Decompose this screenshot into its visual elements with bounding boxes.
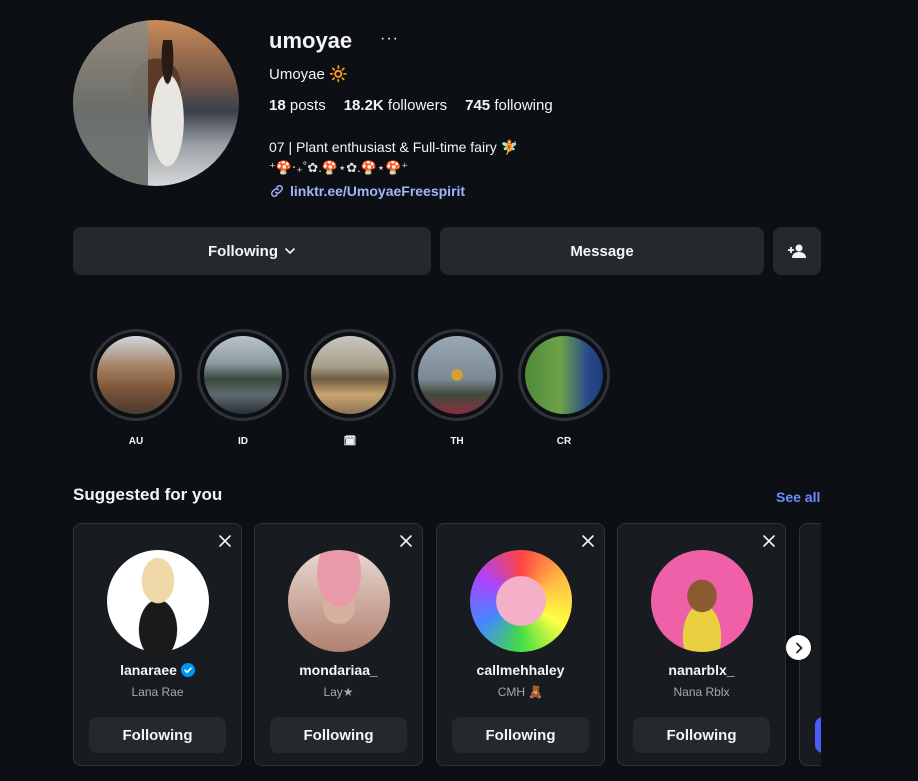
highlight-thumbnail bbox=[525, 336, 603, 414]
followers-label: followers bbox=[387, 97, 448, 114]
highlight-label: ID bbox=[238, 436, 248, 447]
highlight-cr[interactable]: CR bbox=[518, 329, 610, 447]
profile-avatar[interactable] bbox=[73, 20, 239, 186]
highlight-ring bbox=[411, 329, 503, 421]
followers-count: 18.2K bbox=[343, 97, 384, 114]
profile-stats: 18 posts 18.2K followers 745 following bbox=[269, 97, 553, 114]
profile-username: umoyae bbox=[269, 28, 353, 53]
highlight-thumbnail bbox=[311, 336, 389, 414]
avatar-background bbox=[73, 20, 148, 186]
posts-label: posts bbox=[289, 97, 326, 114]
highlight-label: TH bbox=[450, 436, 464, 447]
highlight-thumbnail bbox=[97, 336, 175, 414]
bio-line-2: ⁺🍄‧₊˚✿.🍄⋆✿.🍄⋆🍄⁺ bbox=[269, 160, 409, 175]
suggestion-username: nanarblx_ bbox=[668, 662, 735, 678]
next-arrow-button[interactable] bbox=[786, 635, 811, 660]
follow-button-partial[interactable] bbox=[815, 717, 821, 753]
following-count: 745 bbox=[465, 97, 491, 114]
bio-line-1: 07 | Plant enthusiast & Full-time fairy … bbox=[269, 139, 519, 155]
suggestion-card[interactable]: lanaraee Lana Rae Following bbox=[73, 523, 242, 766]
following-stat[interactable]: 745 following bbox=[465, 97, 553, 114]
suggestion-following-button[interactable]: Following bbox=[633, 717, 770, 753]
suggestion-avatar[interactable] bbox=[288, 550, 390, 652]
suggestion-avatar[interactable] bbox=[107, 550, 209, 652]
see-all-link[interactable]: See all bbox=[776, 489, 820, 505]
suggestion-name[interactable]: lanaraee bbox=[74, 662, 241, 678]
highlight-calendar[interactable]: 🗓 bbox=[304, 329, 396, 447]
chevron-down-icon bbox=[285, 248, 295, 255]
suggestion-subtitle: Nana Rblx bbox=[673, 685, 730, 699]
suggestion-username: mondariaa_ bbox=[299, 662, 378, 678]
followers-stat[interactable]: 18.2K followers bbox=[344, 97, 447, 114]
highlight-label: 🗓 bbox=[343, 436, 357, 447]
highlight-ring bbox=[90, 329, 182, 421]
highlight-ring bbox=[518, 329, 610, 421]
suggestion-name[interactable]: callmehhaley bbox=[437, 662, 604, 678]
suggestion-card[interactable]: callmehhaley CMH 🧸 Following bbox=[436, 523, 605, 766]
highlight-ring bbox=[304, 329, 396, 421]
suggestion-username: lanaraee bbox=[120, 662, 177, 678]
highlight-label: CR bbox=[556, 436, 572, 447]
chevron-right-icon bbox=[795, 642, 803, 653]
following-button-label: Following bbox=[208, 242, 278, 260]
close-icon[interactable] bbox=[580, 533, 596, 549]
profile-full-name: Umoyae 🔆 bbox=[269, 66, 348, 83]
highlight-label: AU bbox=[128, 436, 144, 447]
posts-stat: 18 posts bbox=[269, 97, 326, 114]
suggestion-username: callmehhaley bbox=[476, 662, 565, 678]
message-button[interactable]: Message bbox=[440, 227, 764, 275]
suggestion-avatar[interactable] bbox=[651, 550, 753, 652]
highlight-id[interactable]: ID bbox=[197, 329, 289, 447]
suggestion-subtitle: CMH 🧸 bbox=[497, 685, 544, 699]
close-icon[interactable] bbox=[217, 533, 233, 549]
posts-count: 18 bbox=[269, 97, 286, 114]
suggestion-subtitle: Lana Rae bbox=[131, 685, 184, 699]
highlight-th[interactable]: TH bbox=[411, 329, 503, 447]
message-button-label: Message bbox=[570, 242, 634, 260]
suggestion-name[interactable]: nanarblx_ bbox=[618, 662, 785, 678]
suggestion-card[interactable]: mondariaa_ Lay★ Following bbox=[254, 523, 423, 766]
add-user-icon bbox=[788, 244, 806, 258]
verified-badge-icon bbox=[180, 663, 195, 677]
suggestion-subtitle: Lay★ bbox=[323, 685, 354, 699]
close-icon[interactable] bbox=[761, 533, 777, 549]
more-options-icon[interactable]: ··· bbox=[380, 30, 399, 48]
highlight-thumbnail bbox=[204, 336, 282, 414]
bio-link-text: linktr.ee/UmoyaeFreespirit bbox=[290, 183, 466, 199]
suggestion-following-button[interactable]: Following bbox=[270, 717, 407, 753]
suggested-title: Suggested for you bbox=[73, 485, 223, 504]
suggestion-name[interactable]: mondariaa_ bbox=[255, 662, 422, 678]
link-icon bbox=[271, 185, 283, 197]
suggestion-card[interactable]: nanarblx_ Nana Rblx Following bbox=[617, 523, 786, 766]
highlight-au[interactable]: AU bbox=[90, 329, 182, 447]
suggestion-following-button[interactable]: Following bbox=[452, 717, 589, 753]
highlight-thumbnail bbox=[418, 336, 496, 414]
add-user-button[interactable] bbox=[773, 227, 821, 275]
avatar-figure bbox=[139, 39, 196, 186]
following-label: following bbox=[494, 97, 553, 114]
close-icon[interactable] bbox=[398, 533, 414, 549]
following-button[interactable]: Following bbox=[73, 227, 431, 275]
suggestion-following-button[interactable]: Following bbox=[89, 717, 226, 753]
highlight-ring bbox=[197, 329, 289, 421]
suggestion-avatar[interactable] bbox=[470, 550, 572, 652]
bio-link[interactable]: linktr.ee/UmoyaeFreespirit bbox=[269, 183, 465, 199]
